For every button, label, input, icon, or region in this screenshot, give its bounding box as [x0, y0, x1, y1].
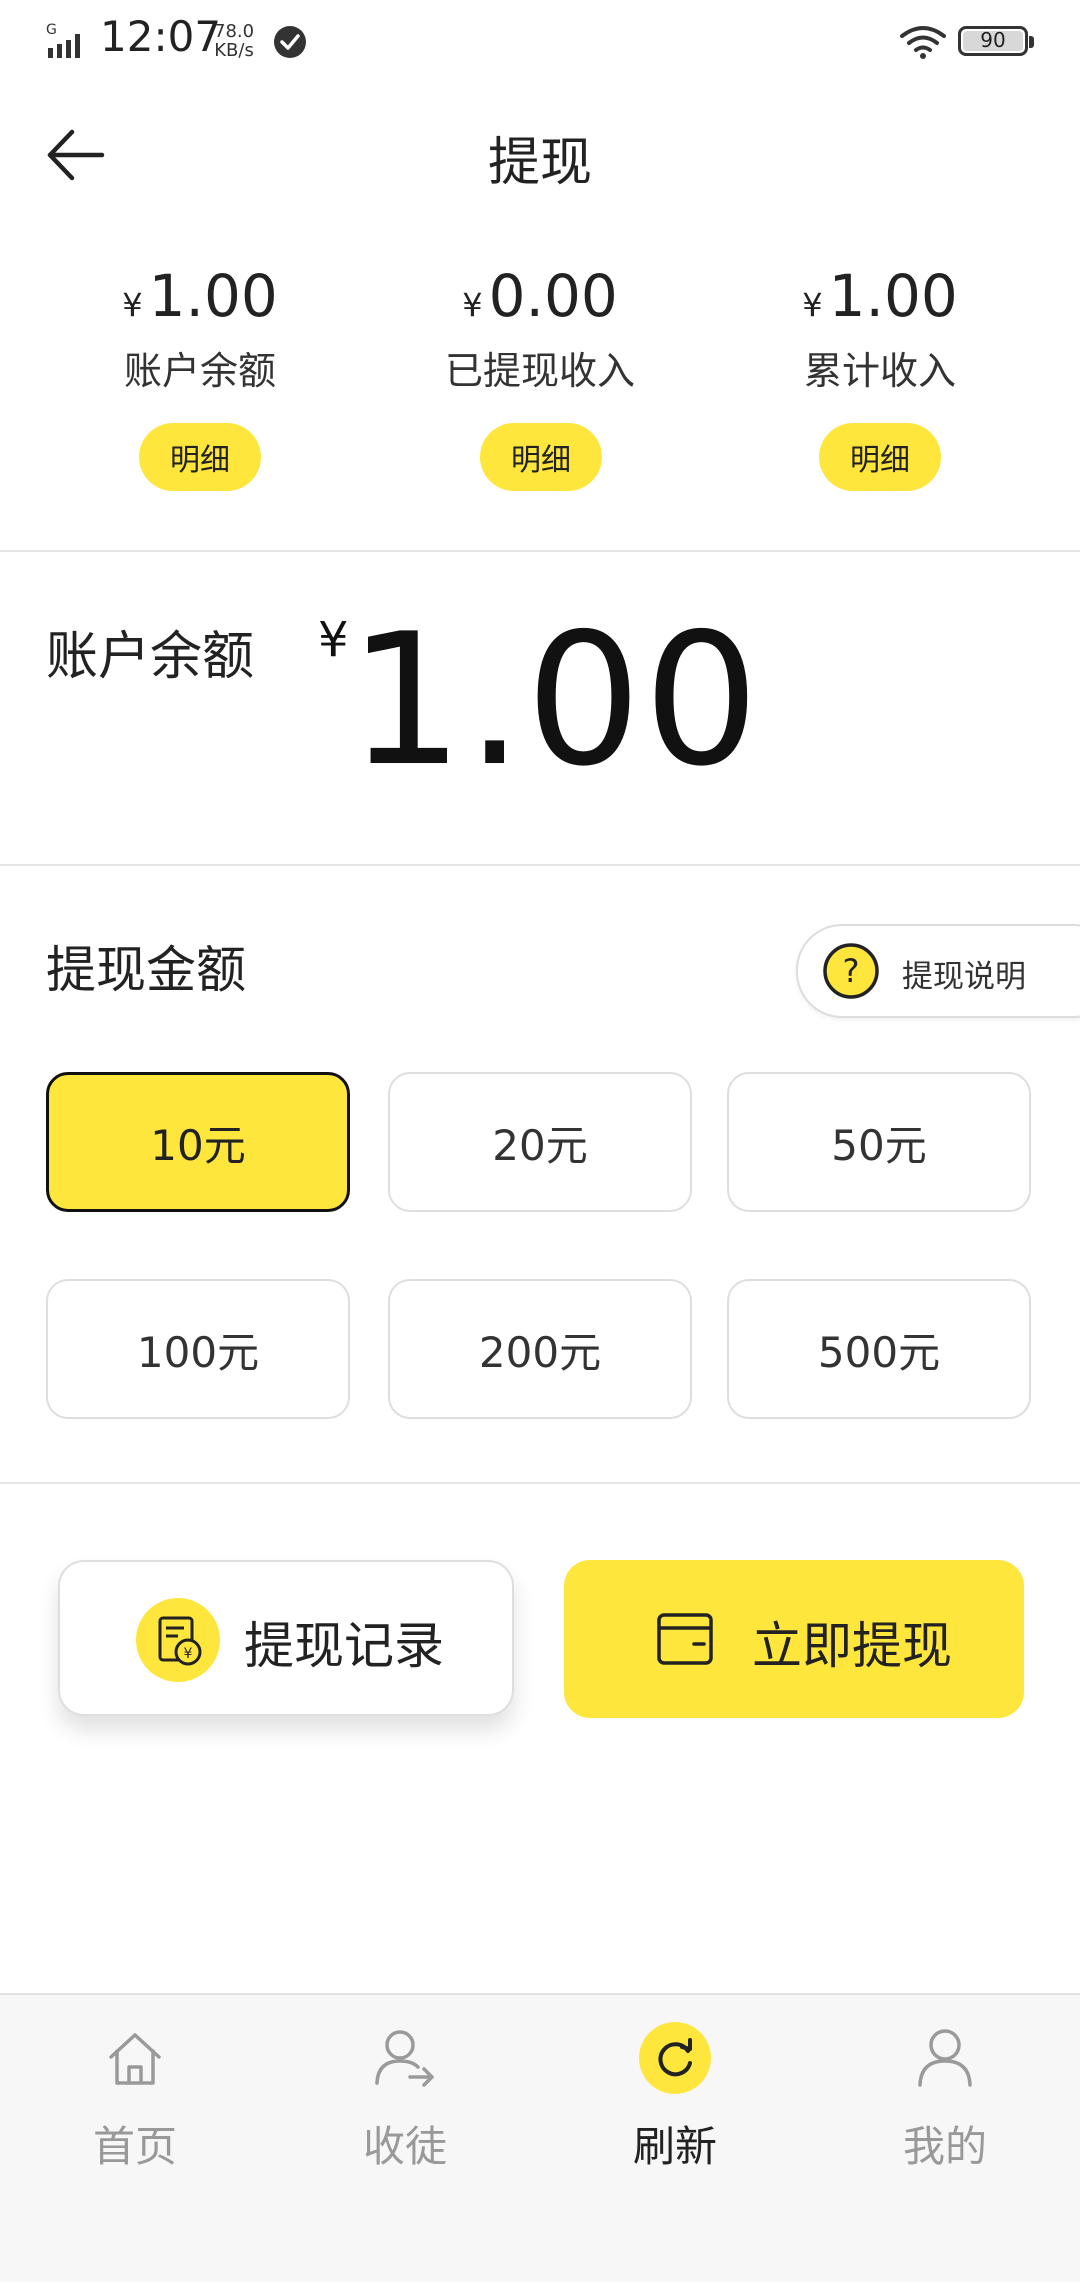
amount-option-200[interactable]: 200元: [388, 1279, 692, 1419]
currency-symbol: ¥: [802, 286, 823, 324]
wallet-icon: [657, 1613, 713, 1665]
tab-home[interactable]: 首页: [0, 1995, 270, 2195]
withdraw-explain-label: 提现说明: [902, 959, 1026, 995]
receipt-yen-icon: ¥: [136, 1598, 220, 1682]
summary-balance-amount: ¥1.00: [20, 262, 380, 330]
wifi-icon: [900, 26, 946, 59]
balance-label: 账户余额: [46, 627, 255, 687]
tab-mine[interactable]: 我的: [810, 1995, 1080, 2195]
withdrawn-detail-button[interactable]: 明细: [480, 423, 602, 491]
balance-amount: 1.00: [348, 594, 762, 806]
withdraw-explain-button[interactable]: ? 提现说明: [796, 924, 1080, 1018]
amount-option-500[interactable]: 500元: [727, 1279, 1031, 1419]
amount-value: 1.00: [148, 262, 278, 330]
page-title: 提现: [487, 133, 592, 193]
bottom-tab-bar: 首页 收徒 刷新 我的: [0, 1993, 1080, 2282]
divider: [0, 1482, 1080, 1484]
withdraw-now-label: 立即提现: [752, 1617, 952, 1675]
amount-option-50[interactable]: 50元: [727, 1072, 1031, 1212]
total-detail-button[interactable]: 明细: [819, 423, 941, 491]
user-arrow-icon: [375, 2030, 434, 2087]
withdraw-amount-label: 提现金额: [46, 941, 246, 999]
net-speed: 78.0 KB/s: [214, 22, 254, 60]
divider: [0, 864, 1080, 866]
withdraw-now-button[interactable]: 立即提现: [564, 1560, 1024, 1718]
signal-icon: G: [46, 22, 80, 58]
home-icon: [109, 2033, 161, 2085]
tab-label: 我的: [902, 2122, 987, 2171]
currency-symbol: ¥: [122, 286, 143, 324]
amount-value: 1.00: [828, 262, 958, 330]
status-bar: G 12:07 78.0 KB/s 90: [0, 0, 1080, 84]
summary-total-amount: ¥1.00: [700, 262, 1060, 330]
summary-withdrawn-amount: ¥0.00: [360, 262, 720, 330]
refresh-icon: [639, 2022, 711, 2094]
svg-text:¥: ¥: [184, 1646, 193, 1662]
tab-recruit[interactable]: 收徒: [270, 1995, 540, 2195]
tab-label: 刷新: [632, 2122, 717, 2171]
divider: [0, 550, 1080, 552]
withdraw-record-button[interactable]: ¥ 提现记录: [58, 1560, 514, 1716]
summary-total-label: 累计收入: [803, 349, 956, 393]
battery-level: 90: [980, 28, 1006, 52]
tab-refresh[interactable]: 刷新: [540, 1995, 810, 2195]
amount-value: 0.00: [488, 262, 618, 330]
amount-option-10[interactable]: 10元: [46, 1072, 350, 1212]
withdraw-record-label: 提现记录: [244, 1617, 444, 1675]
check-circle-icon: [274, 26, 306, 58]
tab-label: 首页: [92, 2122, 177, 2171]
svg-text:?: ?: [843, 952, 860, 990]
amount-option-100[interactable]: 100元: [46, 1279, 350, 1419]
balance-currency: ¥: [318, 612, 349, 668]
battery-icon: 90: [958, 26, 1034, 56]
status-time: 12:07: [100, 12, 222, 61]
user-icon: [918, 2029, 972, 2087]
question-icon: ?: [823, 943, 879, 999]
balance-detail-button[interactable]: 明细: [139, 423, 261, 491]
tab-label: 收徒: [362, 2122, 447, 2171]
currency-symbol: ¥: [462, 286, 483, 324]
summary-withdrawn-label: 已提现收入: [444, 349, 635, 393]
amount-option-20[interactable]: 20元: [388, 1072, 692, 1212]
summary-balance-label: 账户余额: [123, 349, 276, 393]
net-speed-value: 78.0: [214, 21, 255, 42]
svg-text:G: G: [46, 22, 57, 38]
net-speed-unit: KB/s: [214, 40, 254, 61]
